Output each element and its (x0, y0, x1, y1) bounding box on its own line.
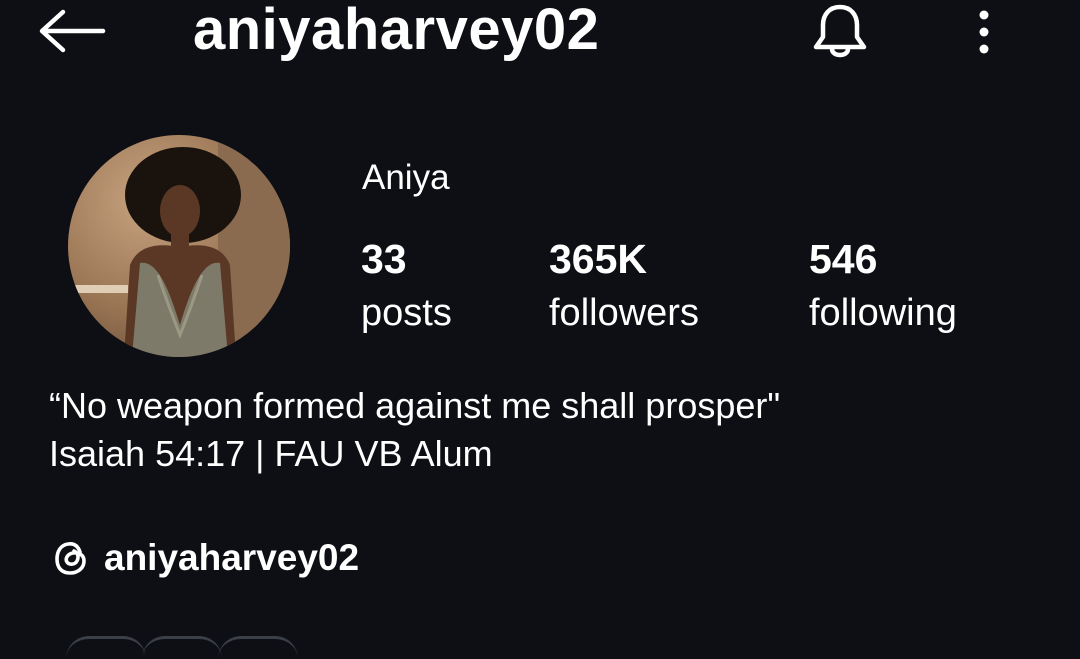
followers-count-value: 365K (549, 236, 648, 282)
followers-count-label: followers (549, 292, 699, 334)
following-count[interactable]: 546 following (809, 232, 957, 340)
back-button[interactable] (36, 8, 108, 54)
profile-avatar[interactable] (68, 135, 290, 357)
following-count-value: 546 (809, 236, 878, 282)
bio-line-1: “No weapon formed against me shall prosp… (49, 385, 781, 426)
followers-count[interactable]: 365K followers (549, 232, 699, 340)
profile-username-title: aniyaharvey02 (193, 0, 600, 62)
notifications-button[interactable] (804, 0, 876, 66)
following-count-label: following (809, 292, 957, 334)
more-options-button[interactable] (962, 2, 1006, 62)
profile-display-name: Aniya (362, 158, 450, 197)
bell-icon (813, 4, 867, 58)
top-bar: aniyaharvey02 (0, 0, 1080, 70)
posts-count[interactable]: 33 posts (361, 232, 452, 340)
threads-profile-link[interactable]: aniyaharvey02 (50, 533, 359, 583)
threads-icon (50, 536, 94, 580)
threads-handle: aniyaharvey02 (104, 537, 360, 578)
story-highlight[interactable] (218, 636, 298, 659)
story-highlight[interactable] (66, 636, 146, 659)
profile-bio: “No weapon formed against me shall prosp… (49, 382, 780, 478)
story-highlight[interactable] (142, 636, 222, 659)
posts-count-label: posts (361, 292, 452, 334)
bio-line-2: Isaiah 54:17 | FAU VB Alum (49, 433, 493, 474)
arrow-left-icon (39, 9, 106, 53)
more-vertical-icon (979, 10, 989, 54)
posts-count-value: 33 (361, 236, 407, 282)
